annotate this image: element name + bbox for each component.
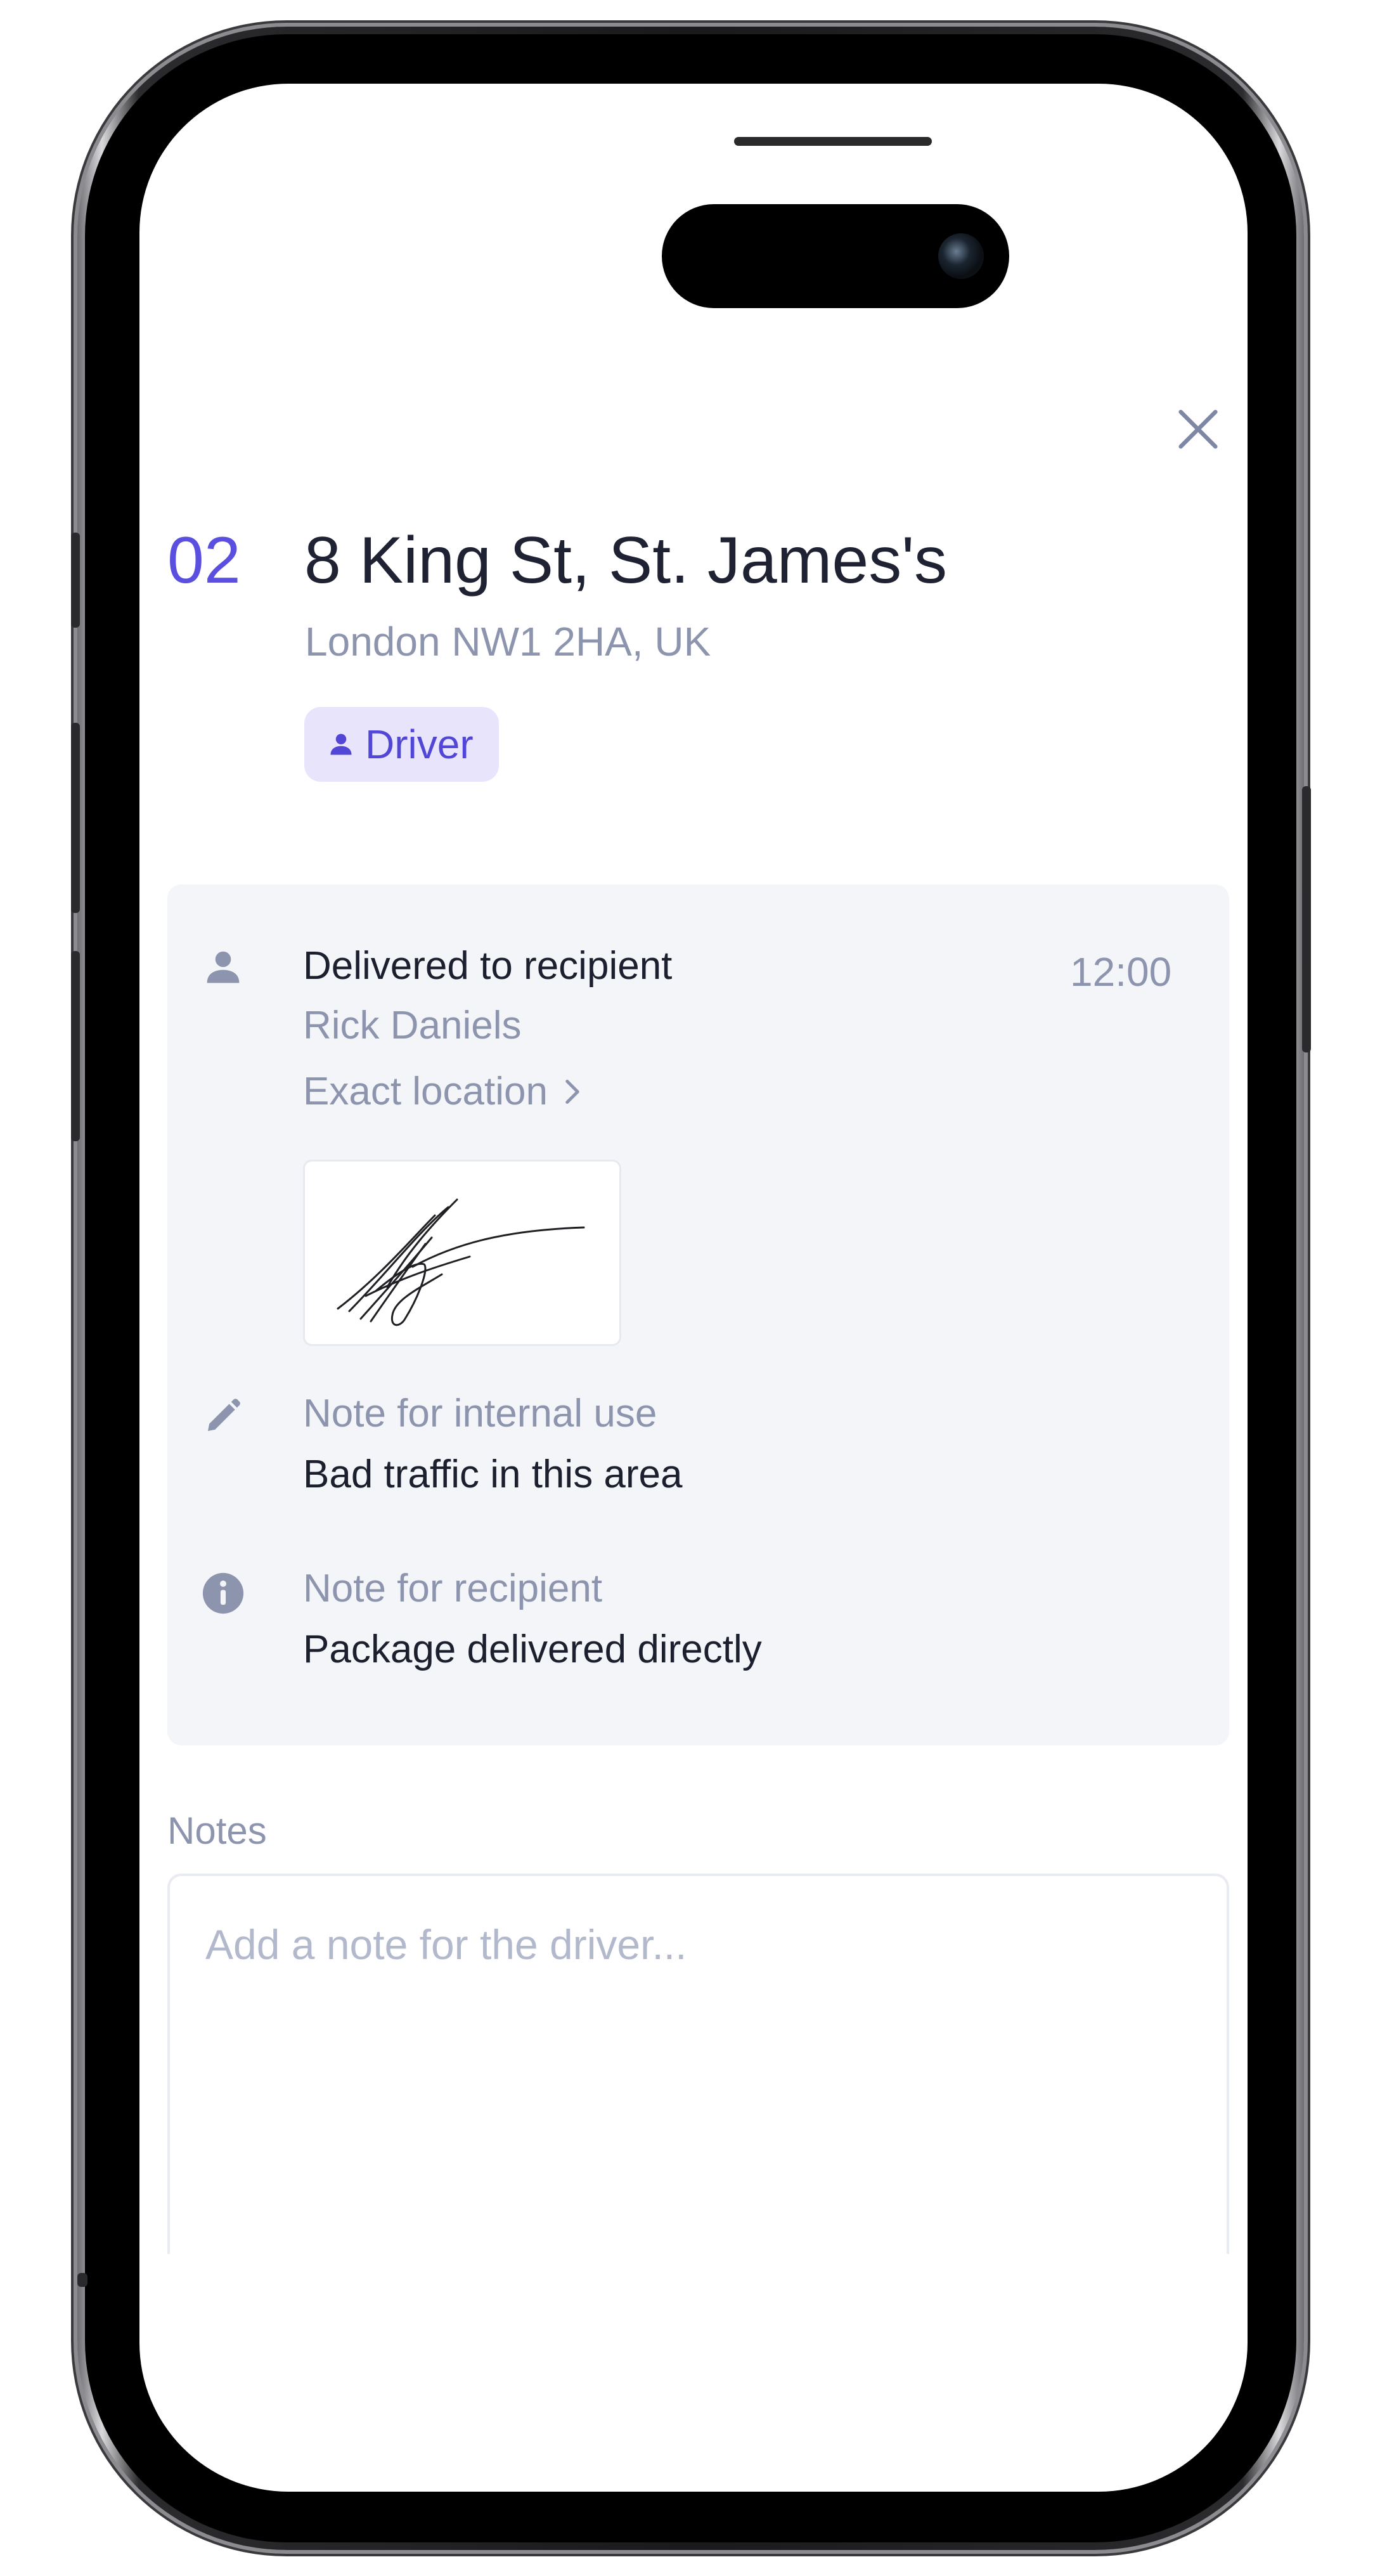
recipient-name: Rick Daniels — [303, 1004, 522, 1047]
earpiece-speaker — [734, 137, 932, 146]
person-icon — [330, 734, 352, 755]
internal-note-label: Note for internal use — [303, 1392, 657, 1435]
recipient-note-text: Package delivered directly — [303, 1628, 762, 1671]
address-subtitle: London NW1 2HA, UK — [305, 619, 711, 664]
info-icon — [202, 1572, 244, 1614]
notes-label: Notes — [167, 1809, 267, 1852]
power-button-hardware — [1302, 786, 1311, 1052]
front-camera — [938, 233, 984, 279]
recipient-note-row-icon — [199, 1569, 247, 1617]
antenna-band-bottom — [77, 2273, 87, 2287]
notes-input[interactable] — [205, 1920, 1182, 2199]
internal-note-row-icon — [199, 1392, 247, 1440]
volume-down-button-hardware — [71, 723, 80, 913]
exact-location-link[interactable]: Exact location — [303, 1072, 583, 1111]
volume-up-button-hardware — [71, 533, 80, 628]
delivery-time: 12:00 — [1070, 949, 1172, 995]
screen: 02 8 King St, St. James's London NW1 2HA… — [139, 84, 1248, 2492]
recipient-row-icon — [199, 943, 247, 991]
notes-field-container — [167, 1874, 1229, 2254]
chevron-right-icon — [565, 1080, 579, 1104]
recipient-note-label: Note for recipient — [303, 1567, 603, 1610]
signature-drawing — [337, 1198, 585, 1326]
action-button-hardware — [71, 951, 80, 1141]
signature-image — [303, 1160, 621, 1346]
pencil-icon — [208, 1399, 240, 1431]
dynamic-island — [662, 204, 1009, 308]
driver-badge[interactable]: Driver — [304, 707, 499, 782]
exact-location-label: Exact location — [303, 1070, 548, 1113]
delivery-details-card: Delivered to recipient 12:00 Rick Daniel… — [167, 884, 1229, 1745]
internal-note-text: Bad traffic in this area — [303, 1453, 683, 1496]
person-icon — [207, 951, 240, 983]
address-title: 8 King St, St. James's — [304, 524, 948, 597]
close-icon — [1178, 410, 1218, 449]
driver-badge-label: Driver — [365, 722, 474, 767]
close-button[interactable] — [1163, 394, 1233, 464]
delivery-status: Delivered to recipient — [303, 944, 673, 988]
stop-number: 02 — [167, 524, 241, 597]
